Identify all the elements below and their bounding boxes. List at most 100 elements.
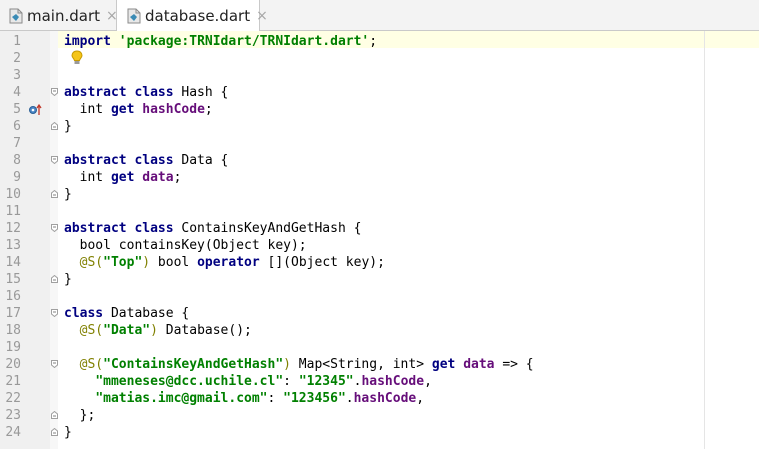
code-token: )	[283, 357, 291, 372]
dart-file-icon	[127, 8, 141, 24]
code-token: Map<String, int>	[290, 357, 432, 372]
code-token: }	[64, 187, 72, 202]
line-number: 9	[13, 170, 21, 185]
fold-start-icon[interactable]	[51, 88, 58, 96]
code-token: hashCode	[142, 102, 205, 117]
code-token: Hash {	[173, 85, 229, 100]
code-line[interactable]: 8 abstract class Data {	[0, 152, 759, 169]
code-text: abstract class ContainsKeyAndGetHash {	[64, 220, 361, 237]
code-text: "mmeneses@dcc.uchile.cl": "12345".hashCo…	[64, 373, 432, 390]
code-line[interactable]: 13 bool containsKey(Object key);	[0, 237, 759, 254]
code-token: abstract class	[64, 85, 174, 100]
code-token: operator	[197, 255, 260, 270]
code-token: ;	[204, 102, 213, 117]
fold-start-icon[interactable]	[51, 156, 58, 164]
code-line[interactable]: 1 import 'package:TRNIdart/TRNIdart.dart'…	[0, 33, 759, 50]
code-line[interactable]: 5 int get hashCode;	[0, 101, 759, 118]
code-text: @S("Data") Database();	[64, 322, 252, 339]
code-token: hashCode	[353, 391, 417, 406]
code-token: import	[64, 34, 111, 49]
fold-end-icon[interactable]	[51, 411, 58, 419]
code-line[interactable]: 22 "matias.imc@gmail.com": "123456".hash…	[0, 390, 759, 407]
code-line[interactable]: 11	[0, 203, 759, 220]
code-token: "123456"	[283, 391, 346, 406]
code-token: int	[64, 170, 111, 185]
close-icon[interactable]: ×	[256, 8, 268, 24]
code-editor[interactable]: 1 import 'package:TRNIdart/TRNIdart.dart'…	[0, 31, 759, 449]
code-token: ContainsKeyAndGetHash {	[173, 221, 362, 236]
code-token: @S(	[79, 255, 104, 270]
code-line[interactable]: 12 abstract class ContainsKeyAndGetHash {	[0, 220, 759, 237]
code-line[interactable]: 3	[0, 67, 759, 84]
tab-database-dart[interactable]: database.dart ×	[116, 0, 268, 32]
code-text: import 'package:TRNIdart/TRNIdart.dart';	[64, 33, 377, 50]
code-text: @S("ContainsKeyAndGetHash") Map<String, …	[64, 356, 534, 373]
code-token: }	[64, 425, 72, 440]
code-text: abstract class Hash {	[64, 84, 228, 101]
code-text: @S("Top") bool operator [](Object key);	[64, 254, 385, 271]
code-token: ;	[173, 170, 182, 185]
code-line[interactable]: 14 @S("Top") bool operator [](Object key…	[0, 254, 759, 271]
editor-tab-bar: main.dart × database.dart ×	[0, 0, 759, 32]
fold-start-icon[interactable]	[51, 360, 58, 368]
line-number: 11	[5, 204, 21, 219]
tab-label: database.dart	[145, 7, 251, 25]
fold-end-icon[interactable]	[51, 275, 58, 283]
code-token: "matias.imc@gmail.com"	[95, 391, 268, 406]
override-marker-icon[interactable]	[28, 103, 42, 116]
code-line[interactable]: 23 };	[0, 407, 759, 424]
code-line[interactable]: 2	[0, 50, 759, 67]
code-line[interactable]: 24}	[0, 424, 759, 441]
line-number: 10	[5, 187, 21, 202]
code-text: }	[64, 424, 72, 441]
tab-main-dart[interactable]: main.dart ×	[0, 0, 118, 31]
line-number: 19	[5, 340, 21, 355]
code-line[interactable]: 10}	[0, 186, 759, 203]
code-line[interactable]: 20 @S("ContainsKeyAndGetHash") Map<Strin…	[0, 356, 759, 373]
code-line[interactable]: 7	[0, 135, 759, 152]
code-token: @S(	[79, 323, 104, 338]
code-token: .	[345, 391, 354, 406]
line-number: 15	[5, 272, 21, 287]
line-number: 5	[13, 102, 21, 117]
code-token: Database();	[157, 323, 252, 338]
code-token: :	[283, 374, 299, 389]
code-token: get	[110, 102, 135, 117]
code-line[interactable]: 6}	[0, 118, 759, 135]
code-token: class	[64, 306, 104, 321]
code-line[interactable]: 21 "mmeneses@dcc.uchile.cl": "12345".has…	[0, 373, 759, 390]
fold-start-icon[interactable]	[51, 224, 58, 232]
fold-start-icon[interactable]	[51, 309, 58, 317]
code-text: };	[64, 407, 96, 424]
code-token: abstract class	[64, 221, 174, 236]
dart-file-icon	[9, 8, 23, 24]
code-text: class Database {	[64, 305, 189, 322]
fold-end-icon[interactable]	[51, 122, 58, 130]
code-line[interactable]: 15}	[0, 271, 759, 288]
code-token: "Top"	[103, 255, 143, 270]
code-line[interactable]: 19	[0, 339, 759, 356]
intention-bulb-icon[interactable]	[71, 50, 83, 66]
code-line[interactable]: 18 @S("Data") Database();	[0, 322, 759, 339]
code-token: };	[64, 408, 96, 423]
fold-end-icon[interactable]	[51, 428, 58, 436]
code-text: }	[64, 271, 72, 288]
code-line[interactable]: 4 abstract class Hash {	[0, 84, 759, 101]
code-line[interactable]: 9 int get data;	[0, 169, 759, 186]
code-token: }	[64, 272, 72, 287]
line-number: 4	[13, 85, 21, 100]
line-number: 6	[13, 119, 21, 134]
code-token: ,	[424, 374, 432, 389]
line-number: 2	[13, 51, 21, 66]
code-token: Database {	[103, 306, 190, 321]
fold-end-icon[interactable]	[51, 190, 58, 198]
line-number: 24	[5, 425, 21, 440]
code-line[interactable]: 16	[0, 288, 759, 305]
line-number: 7	[13, 136, 21, 151]
code-token: 'package:TRNIdart/TRNIdart.dart'	[118, 34, 370, 49]
code-token: bool containsKey(Object key);	[64, 238, 307, 253]
line-number: 12	[5, 221, 21, 236]
code-line[interactable]: 17 class Database {	[0, 305, 759, 322]
